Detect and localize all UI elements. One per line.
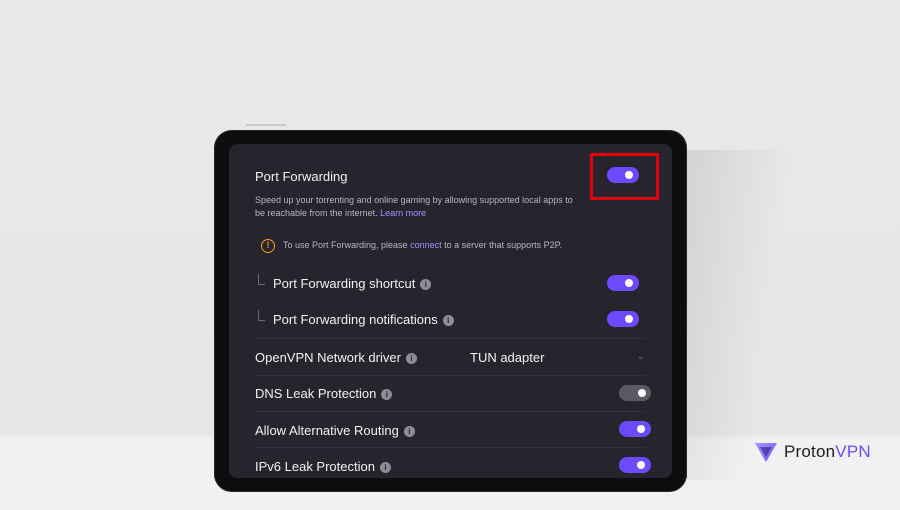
dns-leak-toggle[interactable] bbox=[619, 385, 651, 401]
toggle-knob bbox=[638, 389, 646, 397]
alternative-routing-label: Allow Alternative Routing bbox=[255, 423, 399, 438]
warning-prefix: To use Port Forwarding, please bbox=[283, 240, 411, 250]
learn-more-link[interactable]: Learn more bbox=[380, 208, 426, 218]
openvpn-driver-select[interactable]: TUN adapter bbox=[470, 350, 544, 365]
ipv6-leak-toggle[interactable] bbox=[619, 457, 651, 473]
shortcut-label: Port Forwarding shortcut bbox=[273, 276, 416, 291]
warning-icon: ! bbox=[261, 239, 275, 253]
port-forwarding-description: Speed up your torrenting and online gami… bbox=[255, 194, 585, 220]
brand-name-a: Proton bbox=[784, 442, 836, 461]
alternative-routing-toggle[interactable] bbox=[619, 421, 651, 437]
divider bbox=[255, 375, 646, 376]
warning-message: To use Port Forwarding, please connect t… bbox=[283, 239, 562, 252]
brand-name-b: VPN bbox=[835, 442, 871, 461]
info-icon[interactable]: i bbox=[379, 462, 391, 473]
info-icon[interactable]: i bbox=[405, 353, 417, 364]
chevron-down-icon[interactable]: ⌄ bbox=[637, 351, 645, 362]
connect-link[interactable]: connect bbox=[410, 240, 442, 250]
openvpn-driver-label: OpenVPN Network driver bbox=[255, 350, 401, 365]
tree-branch-icon bbox=[258, 274, 265, 285]
divider bbox=[255, 411, 646, 412]
divider bbox=[255, 338, 646, 339]
warning-suffix: to a server that supports P2P. bbox=[441, 240, 563, 250]
highlight-box bbox=[590, 153, 659, 200]
shortcut-toggle[interactable] bbox=[607, 275, 639, 291]
dns-leak-protection-row: DNS Leak Protection i bbox=[255, 386, 393, 401]
toggle-knob bbox=[637, 425, 645, 433]
divider bbox=[255, 447, 646, 448]
toggle-knob bbox=[637, 461, 645, 469]
tablet-edge-line bbox=[246, 124, 286, 126]
port-forwarding-title: Port Forwarding bbox=[255, 169, 348, 184]
info-icon[interactable]: i bbox=[403, 426, 415, 437]
ipv6-leak-protection-row: IPv6 Leak Protection i bbox=[255, 459, 391, 474]
info-icon[interactable]: i bbox=[442, 315, 454, 326]
openvpn-driver-row: OpenVPN Network driver i bbox=[255, 350, 417, 365]
notifications-label: Port Forwarding notifications bbox=[273, 312, 438, 327]
port-forwarding-notifications-row: Port Forwarding notifications i bbox=[273, 312, 454, 327]
info-icon[interactable]: i bbox=[381, 389, 393, 400]
proton-vpn-logo: ProtonVPN bbox=[754, 440, 871, 464]
toggle-knob bbox=[625, 315, 633, 323]
brand-name: ProtonVPN bbox=[784, 442, 871, 462]
info-icon[interactable]: i bbox=[420, 279, 432, 290]
alternative-routing-row: Allow Alternative Routing i bbox=[255, 423, 415, 438]
tree-branch-icon bbox=[258, 310, 265, 321]
toggle-knob bbox=[625, 279, 633, 287]
proton-vpn-icon bbox=[755, 443, 777, 462]
notifications-toggle[interactable] bbox=[607, 311, 639, 327]
dns-leak-label: DNS Leak Protection bbox=[255, 386, 377, 401]
ipv6-leak-label: IPv6 Leak Protection bbox=[255, 459, 375, 474]
port-forwarding-shortcut-row: Port Forwarding shortcut i bbox=[273, 276, 432, 291]
